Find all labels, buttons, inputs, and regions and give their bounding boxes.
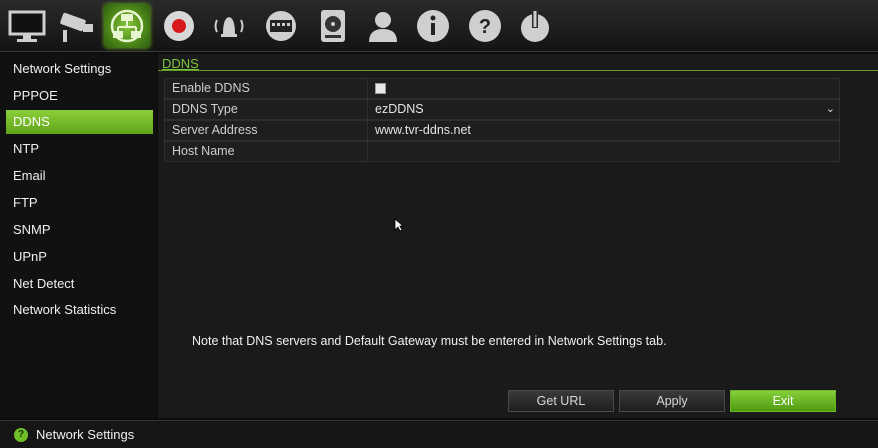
info-icon[interactable] (410, 4, 456, 48)
camera-icon[interactable] (54, 4, 100, 48)
monitor-icon[interactable] (4, 4, 50, 48)
main-panel: DDNS Enable DDNS DDNS Type ezDDNS ⌄ Serv… (158, 54, 878, 418)
sidebar-item-ftp[interactable]: FTP (6, 191, 153, 215)
status-bar: ? Network Settings (0, 420, 878, 448)
field-label: Server Address (165, 121, 368, 140)
field-row-ddns-type: DDNS Type ezDDNS ⌄ (164, 99, 840, 120)
sidebar-item-snmp[interactable]: SNMP (6, 218, 153, 242)
get-url-button[interactable]: Get URL (508, 390, 614, 412)
status-text: Network Settings (36, 427, 135, 442)
field-label: Enable DDNS (165, 79, 368, 98)
power-icon[interactable] (512, 4, 558, 48)
user-icon[interactable] (360, 4, 406, 48)
device-icon[interactable] (258, 4, 304, 48)
sidebar-item-ntp[interactable]: NTP (6, 137, 153, 161)
field-label: DDNS Type (165, 100, 368, 119)
mouse-cursor-icon (394, 218, 405, 237)
sidebar-item-upnp[interactable]: UPnP (6, 245, 153, 269)
top-toolbar: ? (0, 0, 878, 52)
ddns-type-select[interactable]: ezDDNS ⌄ (369, 100, 839, 119)
sidebar-item-ddns[interactable]: DDNS (6, 110, 153, 134)
field-row-enable-ddns: Enable DDNS (164, 78, 840, 99)
sidebar-item-pppoe[interactable]: PPPOE (6, 84, 153, 108)
server-address-input[interactable]: www.tvr-ddns.net (369, 121, 839, 140)
field-value (369, 79, 839, 98)
field-row-host-name: Host Name (164, 141, 840, 162)
sidebar-item-net-detect[interactable]: Net Detect (6, 272, 153, 296)
field-row-server-address: Server Address www.tvr-ddns.net (164, 120, 840, 141)
network-icon[interactable] (104, 4, 150, 48)
sidebar-item-network-statistics[interactable]: Network Statistics (6, 298, 153, 322)
sidebar-item-network-settings[interactable]: Network Settings (6, 57, 153, 81)
apply-button[interactable]: Apply (619, 390, 725, 412)
help-icon[interactable]: ? (462, 4, 508, 48)
record-icon[interactable] (156, 4, 202, 48)
question-icon: ? (14, 428, 28, 442)
field-label: Host Name (165, 142, 368, 161)
alarm-icon[interactable] (206, 4, 252, 48)
enable-ddns-checkbox[interactable] (375, 83, 386, 94)
network-note: Note that DNS servers and Default Gatewa… (192, 334, 667, 348)
host-name-input[interactable] (369, 142, 839, 161)
tab-ddns[interactable]: DDNS (160, 56, 201, 71)
sidebar-item-email[interactable]: Email (6, 164, 153, 188)
hdd-icon[interactable] (310, 4, 356, 48)
sidebar: Network Settings PPPOE DDNS NTP Email FT… (0, 54, 156, 418)
chevron-down-icon: ⌄ (825, 103, 835, 115)
tab-divider (158, 70, 878, 71)
ddns-type-value: ezDDNS (375, 102, 424, 116)
svg-text:?: ? (479, 16, 491, 38)
exit-button[interactable]: Exit (730, 390, 836, 412)
